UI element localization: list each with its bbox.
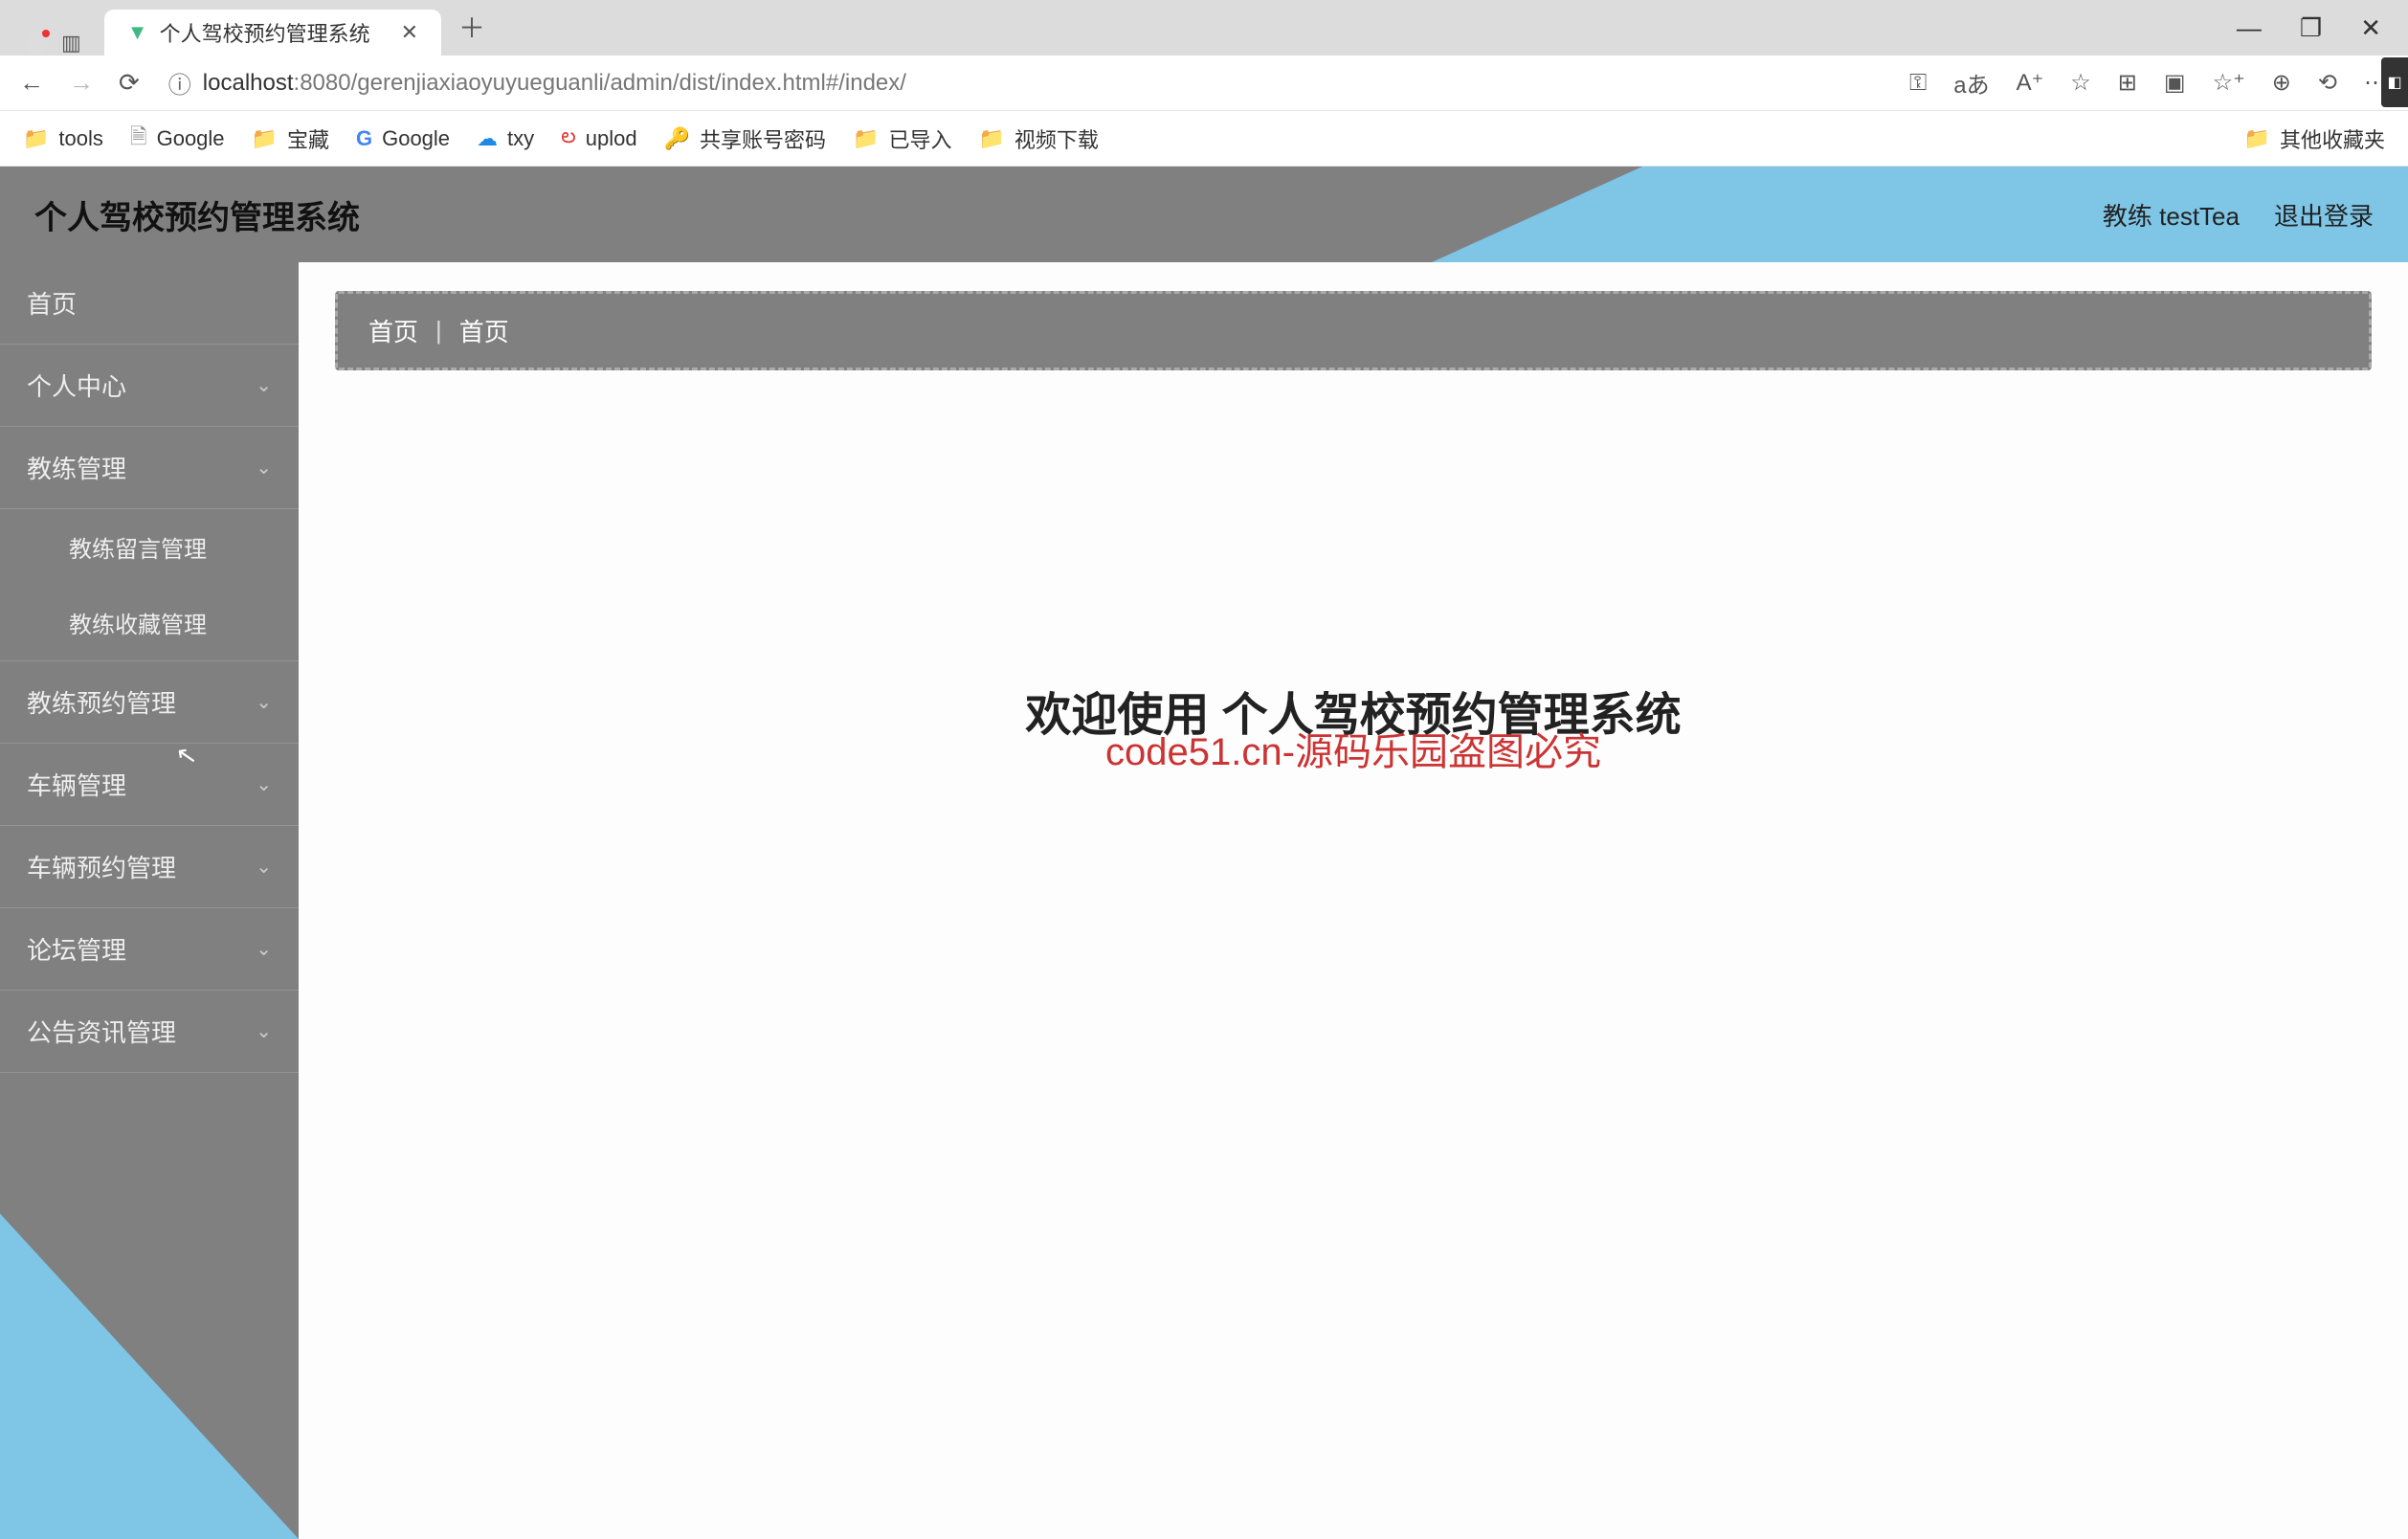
chevron-down-icon: ⌄	[256, 855, 272, 879]
app-install-icon[interactable]: ⊕	[2272, 69, 2291, 97]
sidebar-item-label: 首页	[27, 285, 77, 321]
breadcrumb-item: 首页	[459, 313, 509, 348]
upload-icon: ల	[561, 123, 576, 153]
chevron-down-icon: ⌄	[256, 1019, 272, 1043]
sidebar-subitem-coach-fav[interactable]: 教练收藏管理	[0, 585, 299, 660]
translate-icon[interactable]: aあ	[1953, 66, 1989, 100]
page-icon: 🗎	[130, 121, 147, 157]
sidebar-item-label: 教练留言管理	[69, 537, 207, 563]
reader-icon[interactable]: A⁺	[2017, 69, 2044, 97]
bookmark-imported[interactable]: 📁已导入	[853, 123, 951, 154]
main-content: 首页 | 首页 欢迎使用 个人驾校预约管理系统 code51.cn-源码乐园盗图…	[299, 262, 2408, 1539]
sidebar-item-label: 车辆预约管理	[27, 849, 176, 884]
window-minimize-icon[interactable]: —	[2237, 13, 2262, 43]
profile-avatar-icon[interactable]	[25, 32, 48, 55]
sidebar-item-forum[interactable]: 论坛管理 ⌄	[0, 908, 299, 991]
tab-title: 个人驾校预约管理系统	[160, 17, 370, 48]
bookmark-google[interactable]: 🗎Google	[130, 121, 225, 157]
browser-tab-active[interactable]: ▼ 个人驾校预约管理系统 ✕	[104, 10, 441, 56]
chevron-down-icon: ⌄	[256, 456, 272, 480]
split-screen-icon[interactable]: ▣	[2164, 69, 2186, 97]
folder-icon: 📁	[252, 126, 278, 151]
bookmark-uplod[interactable]: లuplod	[561, 123, 636, 153]
current-user-label[interactable]: 教练 testTea	[2103, 197, 2240, 233]
folder-icon: 📁	[2244, 126, 2270, 151]
bookmark-tools[interactable]: 📁tools	[23, 126, 103, 151]
bookmark-txy[interactable]: ☁txy	[477, 126, 534, 151]
google-icon: G	[356, 126, 372, 151]
bookmark-video[interactable]: 📁视频下载	[978, 123, 1098, 154]
watermark-stamp: code51.cn-源码乐园盗图必究	[1105, 721, 1601, 776]
bookmark-google2[interactable]: GGoogle	[356, 126, 450, 151]
sidebar-item-label: 教练管理	[27, 450, 126, 485]
sidebar-item-vehicle-booking[interactable]: 车辆预约管理 ⌄	[0, 826, 299, 908]
logout-link[interactable]: 退出登录	[2274, 197, 2374, 233]
tab-panel-icon[interactable]: ▥	[61, 31, 81, 56]
vue-favicon-icon: ▼	[127, 20, 148, 45]
sidebar-item-personal[interactable]: 个人中心 ⌄	[0, 345, 299, 427]
folder-icon: 📁	[23, 126, 49, 151]
sidebar-accent-triangle	[0, 1214, 299, 1539]
window-controls: — ❐ ✕	[2210, 0, 2408, 56]
bookmark-baozang[interactable]: 📁宝藏	[252, 123, 329, 154]
bookmark-bar: 📁tools 🗎Google 📁宝藏 GGoogle ☁txy లuplod 🔑…	[0, 111, 2408, 167]
breadcrumb: 首页 | 首页	[335, 291, 2372, 370]
nav-refresh-icon[interactable]: ⟳	[113, 68, 145, 98]
site-info-icon[interactable]: ⓘ	[168, 66, 191, 100]
url-text: localhost:8080/gerenjiaxiaoyuyueguanli/a…	[203, 70, 906, 97]
sidebar-item-coach-mgmt[interactable]: 教练管理 ⌄	[0, 427, 299, 509]
address-actions: ⚿ aあ A⁺ ☆ ⊞ ▣ ☆⁺ ⊕ ⟲ ⋯	[1909, 66, 2395, 100]
bookmark-shared[interactable]: 🔑共享账号密码	[664, 123, 826, 154]
chevron-down-icon: ⌄	[256, 772, 272, 796]
window-restore-icon[interactable]: ❐	[2300, 13, 2322, 43]
app-title: 个人驾校预约管理系统	[34, 191, 360, 238]
sidebar-item-label: 车辆管理	[27, 767, 126, 802]
sidebar-item-label: 论坛管理	[27, 931, 126, 967]
folder-icon: 📁	[978, 126, 1004, 151]
sidebar-item-coach-booking[interactable]: 教练预约管理 ⌄	[0, 660, 299, 744]
tab-bar: ▥ ▼ 个人驾校预约管理系统 ✕ ＋	[0, 0, 2408, 56]
new-tab-button[interactable]: ＋	[458, 8, 485, 56]
address-bar: ← → ⟳ ⓘ localhost:8080/gerenjiaxiaoyuyue…	[0, 56, 2408, 111]
sidebar-item-label: 教练预约管理	[27, 684, 176, 720]
app-header: 个人驾校预约管理系统 教练 testTea 退出登录	[0, 167, 2408, 262]
breadcrumb-item[interactable]: 首页	[368, 313, 418, 348]
sidepanel-toggle[interactable]: ◧	[2381, 57, 2408, 107]
app-shell: 个人驾校预约管理系统 教练 testTea 退出登录 首页 个人中心 ⌄	[0, 167, 2408, 1539]
sidebar-item-vehicle-mgmt[interactable]: 车辆管理 ⌄	[0, 744, 299, 826]
sidebar-item-label: 教练收藏管理	[69, 613, 207, 638]
chevron-down-icon: ⌄	[256, 937, 272, 961]
chevron-down-icon: ⌄	[256, 690, 272, 714]
bookmark-other[interactable]: 📁其他收藏夹	[2244, 123, 2385, 154]
extensions-icon[interactable]: ⊞	[2118, 69, 2137, 97]
collections-icon[interactable]: ☆⁺	[2213, 69, 2245, 97]
nav-forward-icon[interactable]: →	[63, 68, 100, 98]
cloud-icon: ☁	[477, 126, 498, 151]
tab-close-icon[interactable]: ✕	[401, 20, 418, 45]
nav-back-icon[interactable]: ←	[13, 68, 50, 98]
breadcrumb-separator: |	[435, 316, 442, 346]
chevron-down-icon: ⌄	[256, 373, 272, 397]
folder-icon: 📁	[853, 126, 879, 151]
sidebar-item-label: 个人中心	[27, 368, 126, 403]
window-close-icon[interactable]: ✕	[2360, 13, 2381, 43]
url-field[interactable]: ⓘ localhost:8080/gerenjiaxiaoyuyueguanli…	[159, 66, 1896, 100]
favorite-star-icon[interactable]: ☆	[2070, 69, 2091, 97]
sidebar-item-home[interactable]: 首页	[0, 262, 299, 345]
key-icon: 🔑	[664, 126, 690, 151]
sync-icon[interactable]: ⟲	[2318, 69, 2337, 97]
browser-chrome: ▥ ▼ 个人驾校预约管理系统 ✕ ＋ ← → ⟳ ⓘ localhost:808…	[0, 0, 2408, 1539]
sidebar-subitem-coach-msg[interactable]: 教练留言管理	[0, 509, 299, 585]
password-key-icon[interactable]: ⚿	[1909, 70, 1927, 97]
sidebar-item-label: 公告资讯管理	[27, 1014, 176, 1049]
sidebar: 首页 个人中心 ⌄ 教练管理 ⌄ 教练留言管理 教练收藏管理	[0, 262, 299, 1539]
sidebar-item-notice[interactable]: 公告资讯管理 ⌄	[0, 991, 299, 1073]
